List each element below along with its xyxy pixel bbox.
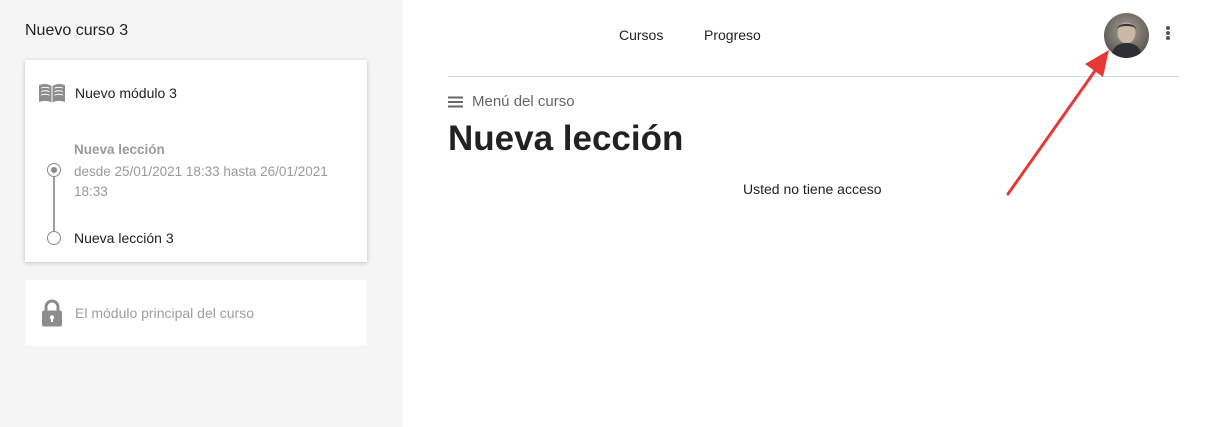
locked-module-card: El módulo principal del curso bbox=[25, 280, 367, 346]
header-divider bbox=[448, 76, 1179, 77]
nav-cursos[interactable]: Cursos bbox=[619, 27, 663, 43]
page-title: Nueva lección bbox=[448, 119, 684, 158]
course-sidebar: Nuevo curso 3 Nuevo módulo 3 Nueva lecci… bbox=[0, 0, 403, 427]
lesson-1-dates: desde 25/01/2021 18:33 hasta 26/01/2021 … bbox=[74, 164, 328, 199]
locked-module-title: El módulo principal del curso bbox=[75, 305, 254, 321]
lesson-timeline bbox=[53, 171, 55, 238]
course-menu-toggle[interactable]: Menú del curso bbox=[448, 93, 575, 110]
nav-progreso[interactable]: Progreso bbox=[704, 27, 761, 43]
module-header[interactable]: Nuevo módulo 3 bbox=[38, 82, 177, 104]
user-avatar[interactable] bbox=[1104, 13, 1149, 58]
lesson-indicator bbox=[47, 231, 61, 245]
avatar-image bbox=[1111, 22, 1142, 58]
course-title: Nuevo curso 3 bbox=[25, 22, 129, 39]
lesson-1-title[interactable]: Nueva lección bbox=[74, 142, 165, 157]
hamburger-icon bbox=[448, 96, 463, 107]
module-title: Nuevo módulo 3 bbox=[75, 85, 177, 101]
more-vert-icon[interactable] bbox=[1162, 26, 1174, 42]
module-card: Nuevo módulo 3 Nueva lección desde 25/01… bbox=[25, 60, 367, 262]
no-access-message: Usted no tiene acceso bbox=[743, 181, 882, 197]
book-icon bbox=[39, 83, 65, 103]
lesson-active-indicator bbox=[47, 163, 61, 177]
lesson-2-title[interactable]: Nueva lección 3 bbox=[74, 230, 174, 246]
course-menu-label: Menú del curso bbox=[472, 93, 575, 110]
lock-icon bbox=[42, 299, 62, 327]
